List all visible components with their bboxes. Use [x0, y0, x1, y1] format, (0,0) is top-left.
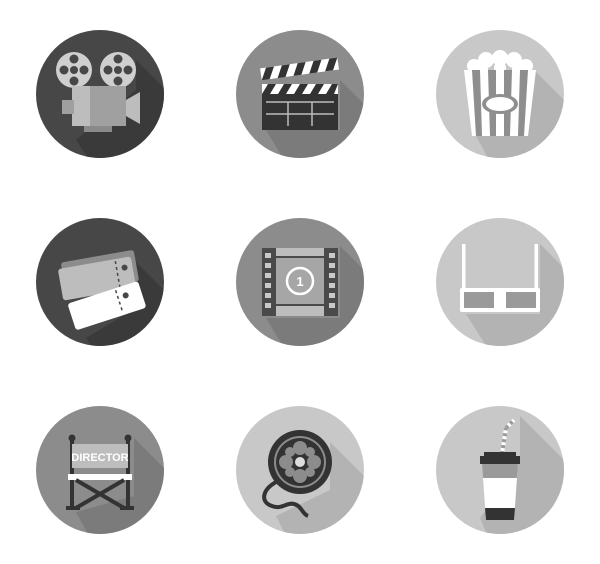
3d-glasses-icon [436, 218, 564, 346]
film-reel-icon [236, 406, 364, 534]
soda-cup-icon [436, 406, 564, 534]
film-projector-icon [36, 30, 164, 158]
director-chair-icon: DIRECTOR [36, 406, 164, 534]
countdown-number: 1 [296, 274, 303, 289]
icon-grid: 1 DIRECTOR [0, 0, 600, 564]
clapperboard-icon [236, 30, 364, 158]
director-label: DIRECTOR [71, 452, 128, 464]
popcorn-icon [436, 30, 564, 158]
film-countdown-icon: 1 [236, 218, 364, 346]
tickets-icon [36, 218, 164, 346]
